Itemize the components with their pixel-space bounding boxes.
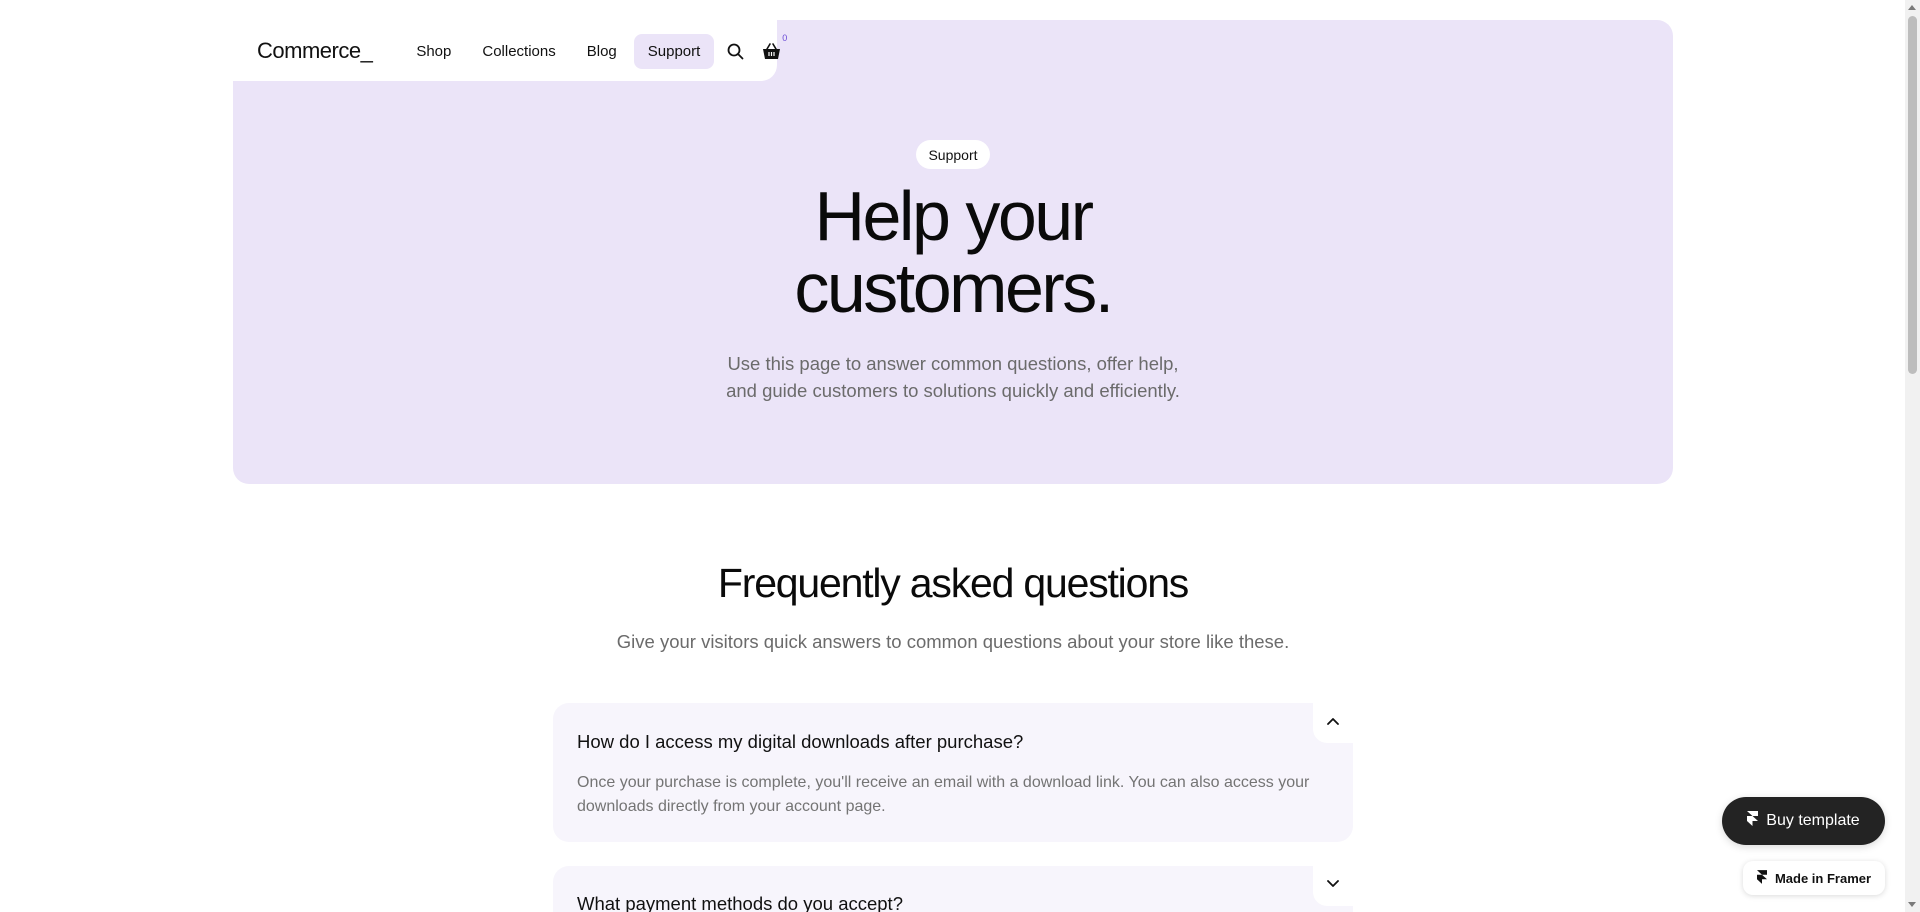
made-in-framer-label: Made in Framer xyxy=(1774,870,1872,886)
scroll-down-arrow-icon[interactable] xyxy=(1908,902,1916,907)
made-in-framer-badge[interactable]: Made in Framer xyxy=(1743,861,1885,895)
scroll-up-arrow-icon[interactable] xyxy=(1908,5,1916,10)
framer-logo-icon xyxy=(1747,811,1759,831)
page: Commerce_ Shop Collections Blog Support … xyxy=(0,0,1920,912)
nav-link-support[interactable]: Support xyxy=(633,33,715,69)
search-icon[interactable] xyxy=(717,32,753,70)
scrollbar-thumb[interactable] xyxy=(1908,16,1917,374)
faq-question: How do I access my digital downloads aft… xyxy=(577,731,1024,752)
buy-template-button[interactable]: Buy template xyxy=(1722,797,1885,845)
framer-logo-icon xyxy=(1756,869,1767,887)
logo[interactable]: Commerce_ xyxy=(257,38,373,64)
nav-link-collections[interactable]: Collections xyxy=(468,34,569,69)
faq-item[interactable]: How do I access my digital downloads aft… xyxy=(553,703,1353,842)
scrollbar[interactable] xyxy=(1905,0,1920,912)
chevron-up-icon[interactable] xyxy=(1325,713,1341,729)
buy-template-label: Buy template xyxy=(1766,812,1860,829)
top-nav: Commerce_ Shop Collections Blog Support … xyxy=(257,32,789,70)
faq-answer: Once your purchase is complete, you'll r… xyxy=(577,771,1317,819)
basket-icon[interactable]: 0 xyxy=(753,32,789,70)
chevron-down-icon[interactable] xyxy=(1325,876,1341,892)
faq-answer-line: downloads directly from your account pag… xyxy=(577,798,886,815)
faq-title: Frequently asked questions xyxy=(717,560,1189,606)
hero-subtitle-line: Use this page to answer common questions… xyxy=(727,353,1179,374)
hero-title-line: customers. xyxy=(794,249,1114,327)
hero-badge: Support xyxy=(916,140,990,169)
hero-subtitle-line: and guide customers to solutions quickly… xyxy=(726,380,1180,401)
faq-question: What payment methods do you accept? xyxy=(577,893,903,912)
hero-subtitle: Use this page to answer common questions… xyxy=(653,350,1253,404)
faq-item[interactable]: What payment methods do you accept? xyxy=(553,866,1353,912)
hero-title: Help your customers. xyxy=(653,180,1253,324)
nav-link-blog[interactable]: Blog xyxy=(573,34,631,69)
faq-subtitle: Give your visitors quick answers to comm… xyxy=(616,631,1290,652)
faq-answer-line: Once your purchase is complete, you'll r… xyxy=(577,774,1310,791)
nav-link-shop[interactable]: Shop xyxy=(402,34,465,69)
cart-count-badge: 0 xyxy=(782,33,788,43)
hero-title-line: Help your xyxy=(814,177,1094,255)
